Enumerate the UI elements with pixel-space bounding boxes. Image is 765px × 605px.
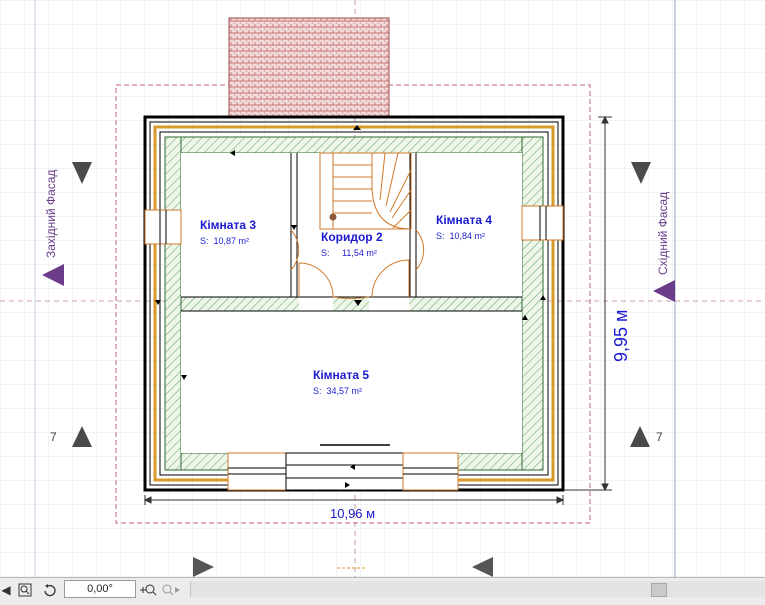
width-dimension-label: 10,96 м [330,506,376,521]
area-prefix: S: [436,231,445,241]
zoom-out-icon[interactable] [160,581,182,599]
status-bar: ◀ 0,00° [0,577,765,605]
horizontal-scrollbar[interactable] [190,581,765,597]
scroll-left-icon[interactable]: ◀ [0,581,12,599]
room-area-kimnata-4: S: 10,84 m² [436,231,485,241]
room-name-kimnata-5[interactable]: Кімната 5 [313,368,369,382]
floor-plan-drawing[interactable] [0,0,765,577]
area-value: 34,57 m² [326,386,363,396]
plan-canvas[interactable]: Кімната 3 S: 10,87 m² Коридор 2 S: 11,54… [0,0,765,577]
height-dimension-label: 9,95 м [611,309,631,362]
area-prefix: S: [200,236,209,246]
room-name-korydor-2[interactable]: Коридор 2 [321,230,383,244]
zoom-icon[interactable] [16,581,34,599]
scrollbar-thumb[interactable] [651,583,667,597]
area-prefix: S: [313,386,322,396]
east-facade-label[interactable]: Східний Фасад [656,192,670,275]
angle-field[interactable]: 0,00° [64,580,136,598]
rotate-icon[interactable] [40,581,58,599]
room-name-kimnata-4[interactable]: Кімната 4 [436,213,492,227]
area-value: 10,87 m² [213,236,250,246]
area-prefix: S: [321,248,330,258]
section-marker-left: 7 [50,430,57,444]
room-area-korydor-2: S: 11,54 m² [321,248,377,258]
room-name-kimnata-3[interactable]: Кімната 3 [200,218,256,232]
zoom-in-icon[interactable] [138,581,158,599]
room-area-kimnata-5: S: 34,57 m² [313,386,362,396]
room-area-kimnata-3: S: 10,87 m² [200,236,249,246]
roof-element [228,17,390,119]
west-facade-label[interactable]: Західний Фасад [44,170,58,258]
area-value: 10,84 m² [449,231,486,241]
section-marker-right: 7 [656,430,663,444]
interior-walls [180,153,523,453]
area-value: 11,54 m² [342,248,377,258]
